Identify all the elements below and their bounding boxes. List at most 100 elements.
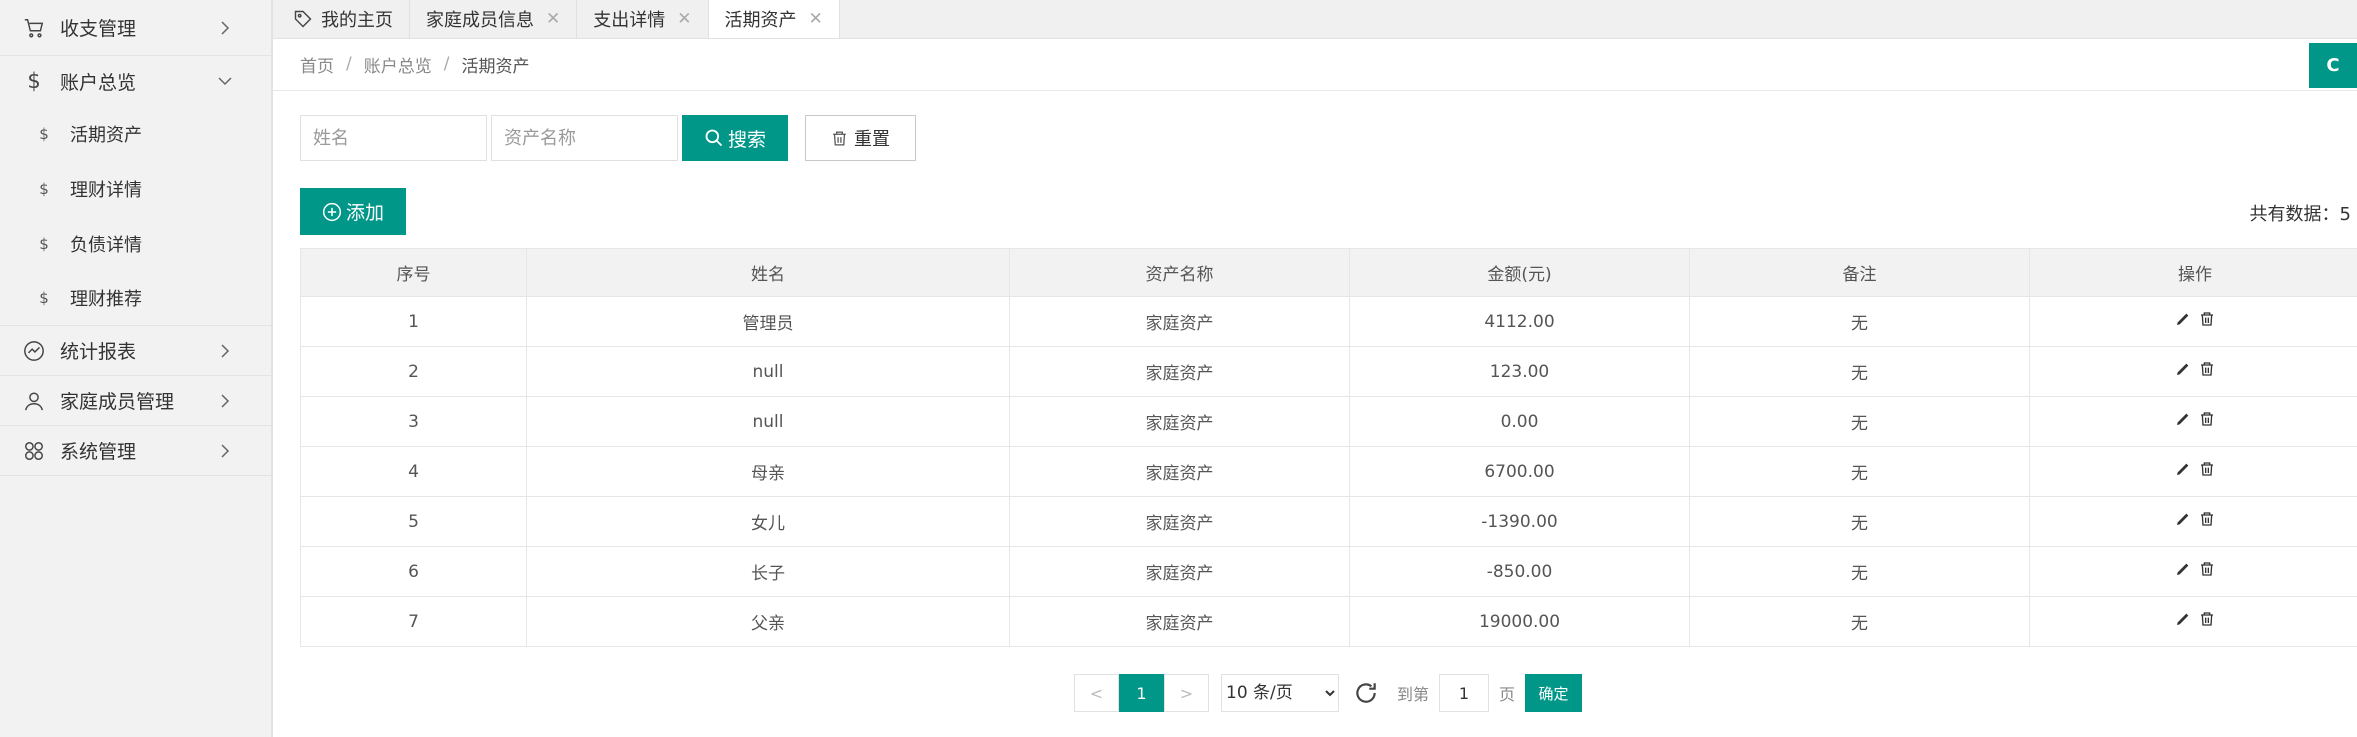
edit-icon[interactable] <box>2175 411 2191 427</box>
edit-icon[interactable] <box>2175 611 2191 627</box>
sidebar-item-system[interactable]: 系统管理 <box>0 426 271 476</box>
tab-label: 家庭成员信息 <box>426 10 534 31</box>
tab-current-assets[interactable]: 活期资产 ✕ <box>708 0 840 38</box>
remark-cell: 无 <box>1689 296 2030 347</box>
close-icon[interactable]: ✕ <box>809 9 823 29</box>
sidebar-item-income-expense[interactable]: 收支管理 <box>0 0 271 56</box>
actions-cell <box>2029 596 2357 647</box>
name-cell: null <box>526 396 1010 447</box>
search-form: 搜索 重置 <box>300 115 917 161</box>
add-button[interactable]: 添加 <box>300 188 406 235</box>
page-size-select[interactable]: 10 条/页 <box>1221 674 1339 712</box>
tab-expense-details[interactable]: 支出详情 ✕ <box>577 0 709 38</box>
breadcrumb-home[interactable]: 首页 <box>300 52 334 77</box>
delete-icon[interactable] <box>2199 461 2215 477</box>
breadcrumb-separator: / <box>443 54 450 74</box>
index-cell: 7 <box>300 596 527 647</box>
reset-button[interactable]: 重置 <box>805 115 917 161</box>
chevron-right-icon <box>221 343 230 358</box>
sidebar-subitem-label: 理财推荐 <box>70 289 142 310</box>
sidebar-item-reports[interactable]: 统计报表 <box>0 326 271 376</box>
sidebar-subitem-finance-recommend[interactable]: $ 理财推荐 <box>0 271 271 326</box>
table-row: 2 null 家庭资产 123.00 无 <box>300 346 2357 397</box>
dollar-icon: $ <box>27 69 41 93</box>
delete-icon[interactable] <box>2199 411 2215 427</box>
page-button-current[interactable]: 1 <box>1119 674 1164 712</box>
asset-name-cell: 家庭资产 <box>1009 496 1350 547</box>
edit-icon[interactable] <box>2175 511 2191 527</box>
assets-table: 序号 姓名 资产名称 金额(元) 备注 操作 1 管理员 家庭资产 4112.00 无 2… <box>300 248 2357 647</box>
next-page-button[interactable]: > <box>1164 674 1209 712</box>
header-index: 序号 <box>300 248 527 297</box>
delete-icon[interactable] <box>2199 361 2215 377</box>
asset-name-cell: 家庭资产 <box>1009 396 1350 447</box>
tab-home[interactable]: 我的主页 <box>273 0 410 38</box>
delete-icon[interactable] <box>2199 611 2215 627</box>
header-remark: 备注 <box>1689 248 2030 297</box>
delete-icon[interactable] <box>2199 511 2215 527</box>
breadcrumb: 首页 / 账户总览 / 活期资产 <box>273 38 2357 91</box>
search-icon <box>705 129 723 147</box>
dollar-icon: $ <box>39 289 49 307</box>
asset-name-search-input[interactable] <box>491 115 678 161</box>
sidebar-item-family-members[interactable]: 家庭成员管理 <box>0 376 271 426</box>
chevron-down-icon <box>218 77 232 86</box>
actions-cell <box>2029 546 2357 597</box>
chevron-right-icon <box>221 20 230 35</box>
edit-icon[interactable] <box>2175 561 2191 577</box>
dollar-icon: $ <box>39 179 49 198</box>
actions-cell <box>2029 396 2357 447</box>
close-icon[interactable]: ✕ <box>546 9 560 29</box>
name-cell: 女儿 <box>526 496 1010 547</box>
tag-icon <box>294 10 312 28</box>
edit-icon[interactable] <box>2175 361 2191 377</box>
remark-cell: 无 <box>1689 346 2030 397</box>
edit-icon[interactable] <box>2175 461 2191 477</box>
index-cell: 1 <box>300 296 527 347</box>
remark-cell: 无 <box>1689 596 2030 647</box>
edit-icon[interactable] <box>2175 311 2191 327</box>
tab-label: 支出详情 <box>593 10 666 31</box>
search-button[interactable]: 搜索 <box>682 115 789 161</box>
name-cell: 管理员 <box>526 296 1010 347</box>
prev-page-button[interactable]: < <box>1074 674 1119 712</box>
asset-name-cell: 家庭资产 <box>1009 346 1350 397</box>
sidebar-item-label: 家庭成员管理 <box>60 391 175 413</box>
sidebar-subitem-current-assets[interactable]: $ 活期资产 <box>0 106 271 161</box>
name-cell: 父亲 <box>526 596 1010 647</box>
reload-icon[interactable] <box>1353 680 1379 706</box>
name-cell: 母亲 <box>526 446 1010 497</box>
delete-icon[interactable] <box>2199 561 2215 577</box>
tab-family-info[interactable]: 家庭成员信息 ✕ <box>410 0 578 38</box>
add-button-label: 添加 <box>345 202 384 224</box>
sidebar-subitem-debt-details[interactable]: $ 负债详情 <box>0 216 271 271</box>
total-count: 共有数据：5 <box>2249 204 2351 225</box>
amount-cell: 6700.00 <box>1349 446 1690 497</box>
remark-cell: 无 <box>1689 546 2030 597</box>
sidebar-subitem-label: 负债详情 <box>70 234 142 256</box>
name-search-input[interactable] <box>300 115 487 161</box>
asset-name-cell: 家庭资产 <box>1009 296 1350 347</box>
index-cell: 2 <box>300 346 527 397</box>
plus-circle-icon <box>322 202 342 221</box>
chevron-right-icon <box>221 393 230 408</box>
goto-page-input[interactable] <box>1439 674 1490 712</box>
amount-cell: 123.00 <box>1349 346 1690 397</box>
refresh-page-button[interactable]: C <box>2309 43 2357 88</box>
remark-cell: 无 <box>1689 446 2030 497</box>
dollar-icon: $ <box>39 124 49 143</box>
amount-cell: 0.00 <box>1349 396 1690 447</box>
remark-cell: 无 <box>1689 396 2030 447</box>
sidebar-subitem-finance-details[interactable]: $ 理财详情 <box>0 161 271 216</box>
delete-icon[interactable] <box>2199 311 2215 327</box>
close-icon[interactable]: ✕ <box>677 9 691 29</box>
tab-label: 活期资产 <box>724 10 797 31</box>
actions-cell <box>2029 346 2357 397</box>
index-cell: 6 <box>300 546 527 597</box>
breadcrumb-parent[interactable]: 账户总览 <box>364 52 432 77</box>
trash-icon <box>833 130 846 146</box>
sidebar-item-account-overview[interactable]: $ 账户总览 <box>0 56 271 106</box>
amount-cell: -1390.00 <box>1349 496 1690 547</box>
goto-confirm-button[interactable]: 确定 <box>1525 674 1583 712</box>
table-row: 1 管理员 家庭资产 4112.00 无 <box>300 296 2357 347</box>
